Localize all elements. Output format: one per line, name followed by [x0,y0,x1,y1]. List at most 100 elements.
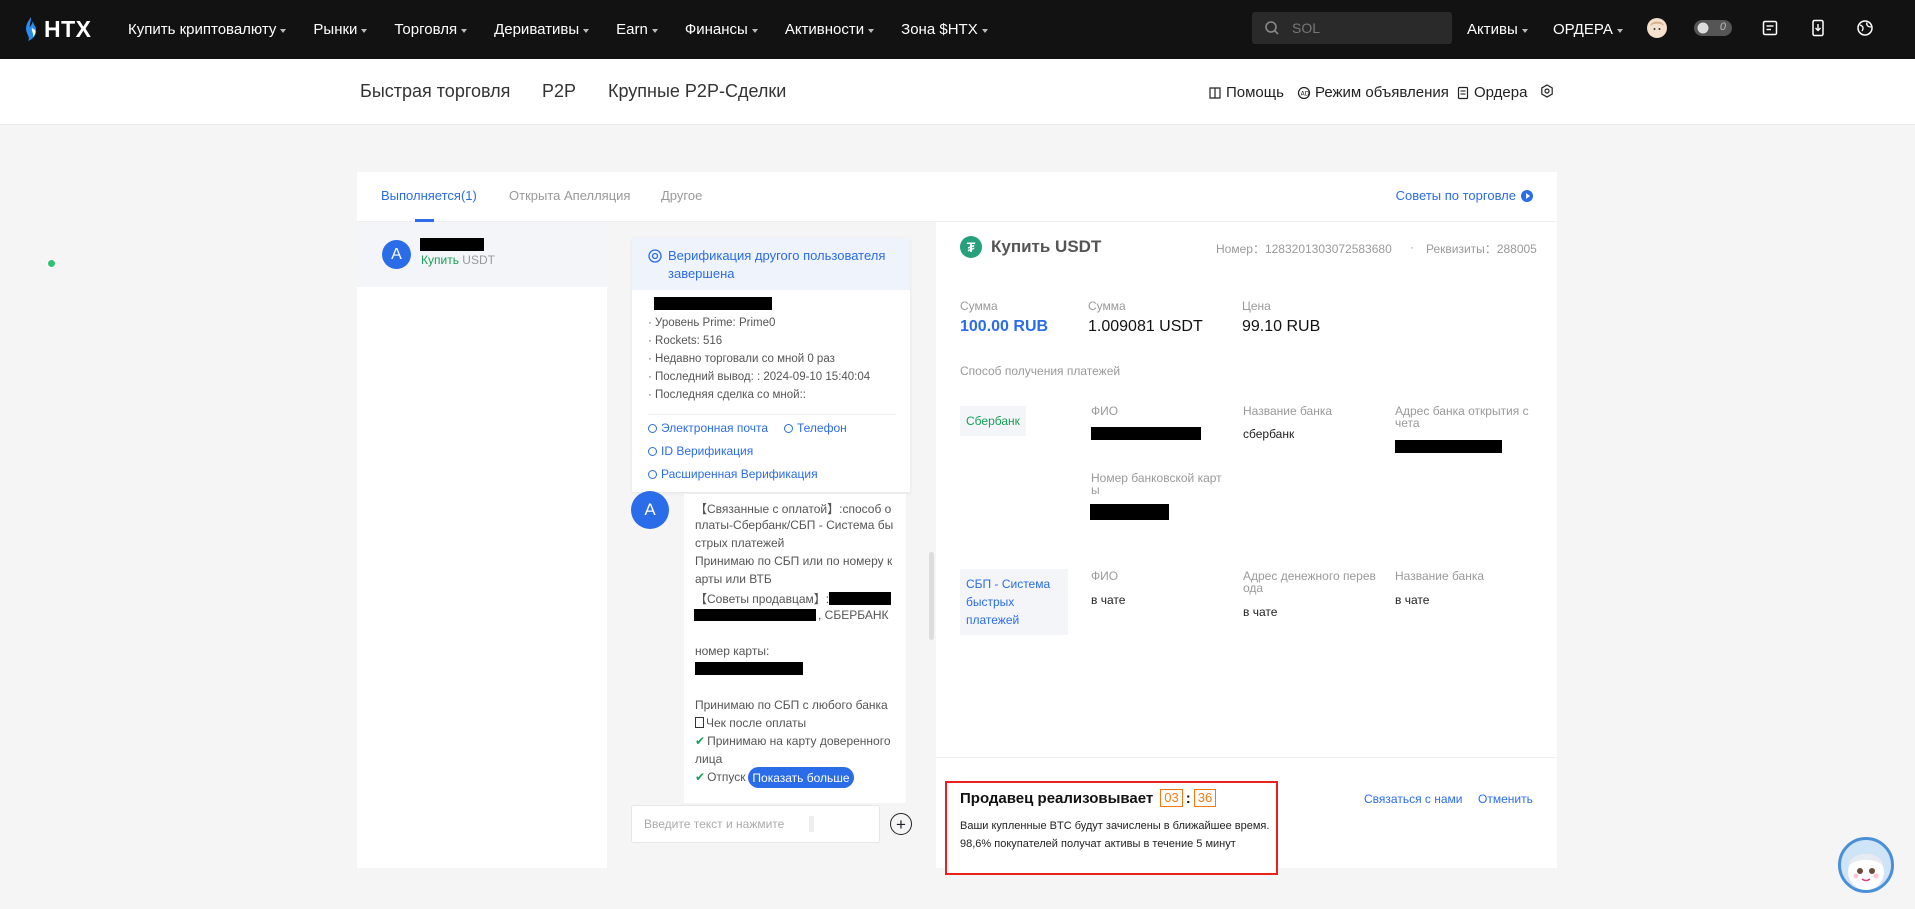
timer-minutes: 03 [1160,789,1183,807]
show-more-button[interactable]: Показать больше [748,767,854,788]
advanced-verified-badge: Расширенная Верификация [648,467,818,481]
chat-input[interactable]: Введите текст и нажмите [631,805,880,843]
menu-activities[interactable]: Активности [785,21,875,38]
assets-label: Активы [1467,21,1518,38]
chevron-down-icon [361,28,368,33]
user-avatar[interactable] [1647,18,1667,38]
online-status-dot [47,259,56,268]
requisites: Реквизиты：288005 [1426,240,1537,257]
badge-label: Расширенная Верификация [661,467,818,481]
menu-earn[interactable]: Earn [616,21,658,38]
menu-markets[interactable]: Рынки [313,21,368,38]
tab-in-progress[interactable]: Выполняется(1) [381,188,477,203]
tab-quick-trade[interactable]: Быстрая торговля [360,81,510,102]
redacted-text [829,592,891,605]
message-line: Принимаю по СБП с любого банка [695,698,888,712]
badge-label: Электронная почта [661,421,769,435]
menu-label: Рынки [313,21,358,38]
message-line: лица [695,752,723,766]
chevron-down-icon [1521,28,1528,33]
attach-plus-icon[interactable]: + [890,813,912,835]
search-input[interactable]: SOL [1252,12,1452,44]
menu-label: Earn [616,21,648,38]
requisites-label: Реквизиты： [1426,242,1497,256]
tab-p2p[interactable]: P2P [542,81,576,102]
message-line: платы-Сбербанк/СБП - Система бы [695,518,894,532]
message-line: арты или ВТБ [695,572,772,586]
theme-toggle[interactable]: 0 [1694,20,1732,36]
menu-trade[interactable]: Торговля [394,21,468,38]
htx-logo[interactable]: HTX [22,14,92,44]
tab-other[interactable]: Другое [661,188,702,203]
menu-htx-zone[interactable]: Зона $HTX [901,21,988,38]
order-list [357,222,607,868]
assets-menu[interactable]: Активы [1467,0,1528,59]
settings-button[interactable] [1540,84,1558,98]
menu-finance[interactable]: Финансы [685,21,758,38]
download-icon[interactable] [1807,17,1829,39]
ad-mode-link[interactable]: AD Режим объявления [1297,84,1449,101]
chevron-down-icon [583,28,590,33]
amount-label: Сумма [960,299,998,313]
message-line: ✔ Принимаю на карту доверенного [695,734,891,748]
cancel-order-link[interactable]: Отменить [1478,792,1533,806]
amount-value: 100.00 RUB [960,318,1049,335]
order-list-item-label: Купить USDT [421,253,495,267]
menu-buy-crypto[interactable]: Купить криптовалюту [128,21,287,38]
menu-derivatives[interactable]: Деривативы [494,21,590,38]
payment-method-sberbank: Сбербанк [960,406,1026,436]
menu-label: Финансы [684,21,748,38]
tab-open-appeal[interactable]: Открыта Апелляция [509,188,630,203]
check-mark-icon: ✔ [695,734,706,748]
divider [936,757,1557,758]
support-bot-avatar[interactable] [1838,837,1894,893]
bank-name-value: сбербанк [1243,427,1295,441]
help-link[interactable]: Помощь [1208,84,1284,101]
phone-verified-badge: Телефон [784,421,847,435]
notes-icon[interactable] [1759,17,1781,39]
tether-icon: ₮ [960,236,982,258]
trading-tips-link[interactable]: Советы по торговле [1396,188,1533,203]
bank-name-label: Название банка [1395,569,1485,583]
receipt-icon [695,717,704,728]
top-nav: HTX Купить криптовалюту Рынки Торговля Д… [0,0,1915,59]
verification-card: Верификация другого пользователя заверше… [632,238,910,492]
tab-large-p2p[interactable]: Крупные P2P-Сделки [608,81,786,102]
check-circle-icon [648,469,657,479]
fio-label: ФИО [1091,569,1119,583]
check-circle-icon [784,423,793,433]
chevron-down-icon [981,28,988,33]
help-label: Помощь [1226,84,1284,101]
quantity-value: 1.009081 USDT [1088,318,1203,335]
chevron-down-icon [280,28,287,33]
gear-icon [1541,84,1553,98]
check-mark-icon: ✔ [695,770,706,784]
orders-menu[interactable]: ОРДЕРА [1553,0,1623,59]
chat-scrollbar[interactable] [929,552,934,640]
redacted-card-number [695,662,803,675]
transfer-address-label: Адрес денежного перев ода [1243,569,1376,595]
quantity-label: Сумма [1088,299,1126,313]
price-value: 99.10 RUB [1242,318,1321,335]
language-globe-icon[interactable] [1854,17,1876,39]
redacted-bank-address [1395,440,1502,453]
toggle-icon [1697,22,1709,34]
id-verified-badge: ID Верификация [648,444,753,458]
payment-method-sbp: СБП - Система быстрых платежей [960,569,1068,635]
fio-value: в чате [1091,593,1126,607]
orders-link[interactable]: Ордера [1456,84,1527,101]
badge-label: Телефон [797,421,847,435]
toggle-count: 0 [1719,21,1726,33]
redacted-text [694,609,816,621]
rockets-count: · Rockets: 516 [648,335,723,347]
input-divider [809,816,814,832]
contact-us-link[interactable]: Связаться с нами [1364,792,1462,806]
redacted-username [654,297,772,310]
card-number-label: Номер банковской карт ы [1091,471,1222,497]
verification-header: Верификация другого пользователя заверше… [632,238,910,290]
seller-status-text: Продавец реализовывает [960,789,1154,807]
flame-icon [26,17,37,41]
email-verified-badge: Электронная почта [648,421,768,435]
payment-methods-label: Способ получения платежей [960,364,1121,378]
ad-mode-label: Режим объявления [1315,84,1449,101]
